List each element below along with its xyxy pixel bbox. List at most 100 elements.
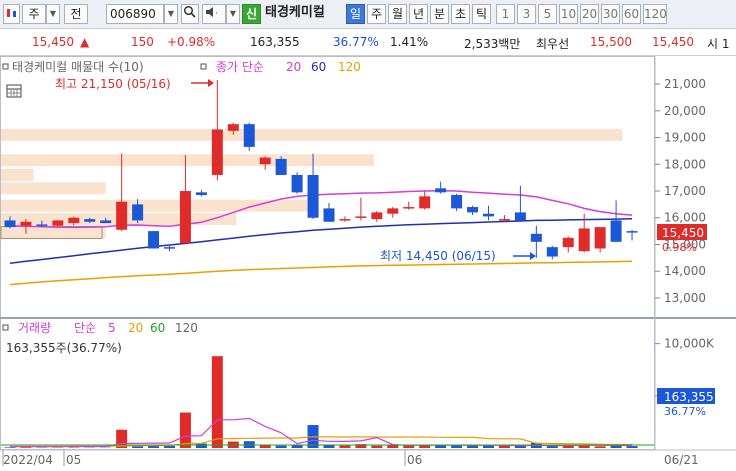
volume-bar-37 xyxy=(594,446,606,448)
volume-legend-name: 거래량 xyxy=(18,321,51,335)
period-tab-3[interactable]: 년 xyxy=(409,4,428,24)
toolbar: 주 ▼ 전 006890 ▼ · ▼ 신 태경케미컬 일주월년분초틱 1 3 5 10… xyxy=(0,0,736,29)
period-tab-4[interactable]: 분 xyxy=(430,4,449,24)
tail-label: 시 1 xyxy=(707,37,730,51)
volume-panel-frame xyxy=(0,318,655,450)
x-tick-label-2: 06 xyxy=(407,453,422,467)
volume-legend-ma5: 5 xyxy=(108,321,116,335)
interval-button-1[interactable]: 3 xyxy=(517,4,536,24)
price-legend-ma120: 120 xyxy=(338,60,361,74)
period-tab-5[interactable]: 초 xyxy=(451,4,470,24)
candle-body-6 xyxy=(100,220,112,224)
volume-bar-39 xyxy=(626,446,638,448)
candle-body-5 xyxy=(84,219,96,222)
y-tick-label-2: 19,000 xyxy=(664,131,706,145)
chart-area[interactable]: 21,000 20,000 19,000 18,000 17,000 16,000 15,0… xyxy=(0,56,736,471)
volume-bar-10 xyxy=(164,445,175,448)
candle-body-37 xyxy=(594,227,606,249)
search-icon[interactable] xyxy=(181,4,199,24)
candle-body-10 xyxy=(164,247,175,249)
quote-select[interactable]: 전 xyxy=(64,4,88,24)
quote-bar: 15,450 ▲ 150 +0.98% 163,355 36.77% 1.41%… xyxy=(0,29,736,56)
high-annotation: 최고 21,150 (05/16) xyxy=(55,77,171,91)
price-change: 150 xyxy=(131,35,154,49)
interval-button-0[interactable]: 1 xyxy=(496,4,515,24)
candle-body-8 xyxy=(132,204,144,221)
trade-amount: 2,533백만 xyxy=(464,37,521,51)
candle-body-21 xyxy=(339,219,351,221)
period-tab-1[interactable]: 주 xyxy=(367,4,386,24)
market-dropdown-icon[interactable]: ▼ xyxy=(46,4,60,24)
price-legend-ma20: 20 xyxy=(286,60,301,74)
volume-bar-36 xyxy=(578,445,590,448)
candle-body-31 xyxy=(498,219,510,221)
volume-bar-1 xyxy=(20,447,32,448)
candle-body-1 xyxy=(20,221,32,226)
interval-button-7[interactable]: 120 xyxy=(643,4,667,24)
new-badge: 신 xyxy=(242,4,261,24)
period-tab-2[interactable]: 월 xyxy=(388,4,407,24)
candle-body-7 xyxy=(116,201,128,230)
candle-body-29 xyxy=(467,207,479,213)
volume-profile-bar-0 xyxy=(1,128,623,141)
code-dropdown-icon[interactable]: ▼ xyxy=(164,4,178,24)
volume-bar-29 xyxy=(467,445,479,448)
interval-button-3[interactable]: 10 xyxy=(559,4,578,24)
x-tick-label-1: 05 xyxy=(66,453,81,467)
candle-body-18 xyxy=(291,174,303,193)
candle-body-20 xyxy=(323,208,335,222)
stock-name: 태경케미컬 xyxy=(265,5,325,20)
candle-body-27 xyxy=(435,188,447,193)
up-arrow-icon: ▲ xyxy=(80,35,90,49)
candle-body-34 xyxy=(546,247,558,257)
interval-button-2[interactable]: 5 xyxy=(538,4,557,24)
candle-body-2 xyxy=(36,224,48,226)
interval-button-6[interactable]: 60 xyxy=(622,4,641,24)
volume-bar-34 xyxy=(546,445,558,448)
speaker-dropdown-icon[interactable]: ▼ xyxy=(226,4,240,24)
stock-chart-window: 주 ▼ 전 006890 ▼ · ▼ 신 태경케미컬 일주월년분초틱 1 3 5 10… xyxy=(0,0,736,471)
candle-body-23 xyxy=(371,212,383,220)
price-legend-name: 태경케미컬 매물대 수(10) xyxy=(12,60,144,74)
y-tick-label-4: 17,000 xyxy=(664,184,706,198)
y-tick-label-1: 20,000 xyxy=(664,104,706,118)
current-volume-pct-tag: 36.77% xyxy=(664,405,706,418)
candle-body-16 xyxy=(259,157,271,165)
period-tab-0[interactable]: 일 xyxy=(346,4,365,24)
candle-body-25 xyxy=(403,207,415,209)
candle-body-35 xyxy=(562,237,574,248)
chart-canvas[interactable]: 21,00020,00019,00018,00017,00016,00015,0… xyxy=(0,56,736,471)
x-tick-label-0: 2022/04 xyxy=(3,453,53,467)
y-tick-label-0: 21,000 xyxy=(664,77,706,91)
market-select[interactable]: 주 xyxy=(22,4,46,24)
volume-bar-24 xyxy=(387,445,399,448)
best-order-label: 최우선 xyxy=(536,37,570,51)
volume-bar-12 xyxy=(195,443,207,448)
svg-text:·: · xyxy=(215,9,218,19)
volume-legend-ma60: 60 xyxy=(150,321,165,335)
interval-button-5[interactable]: 30 xyxy=(601,4,620,24)
volume-bar-8 xyxy=(132,446,144,448)
candle-body-13 xyxy=(211,129,223,175)
speaker-icon[interactable]: · xyxy=(202,4,226,24)
volume-legend-ma-label: 단순 xyxy=(74,321,96,335)
chart-type-icon[interactable] xyxy=(3,4,20,24)
trade-volume: 163,355 xyxy=(250,35,300,49)
calendar-icon[interactable] xyxy=(6,84,22,98)
stock-code-input[interactable]: 006890 xyxy=(106,4,164,24)
volume-legend-ma20: 20 xyxy=(128,321,143,335)
candle-body-17 xyxy=(275,158,287,175)
y-tick-label-8: 13,000 xyxy=(664,291,706,305)
volume-bar-13 xyxy=(211,356,223,448)
candle-body-24 xyxy=(387,208,399,214)
volume-bar-23 xyxy=(371,445,383,448)
volume-ratio: 36.77% xyxy=(333,35,379,49)
price-legend-ma60: 60 xyxy=(311,60,326,74)
period-tab-6[interactable]: 틱 xyxy=(472,4,491,24)
candle-body-32 xyxy=(514,212,526,221)
interval-button-4[interactable]: 20 xyxy=(580,4,599,24)
volume-legend-ma120: 120 xyxy=(175,321,198,335)
volume-bar-31 xyxy=(498,445,510,448)
volume-tick-label-0: 10,000K xyxy=(664,337,715,351)
candle-17 xyxy=(275,156,287,175)
